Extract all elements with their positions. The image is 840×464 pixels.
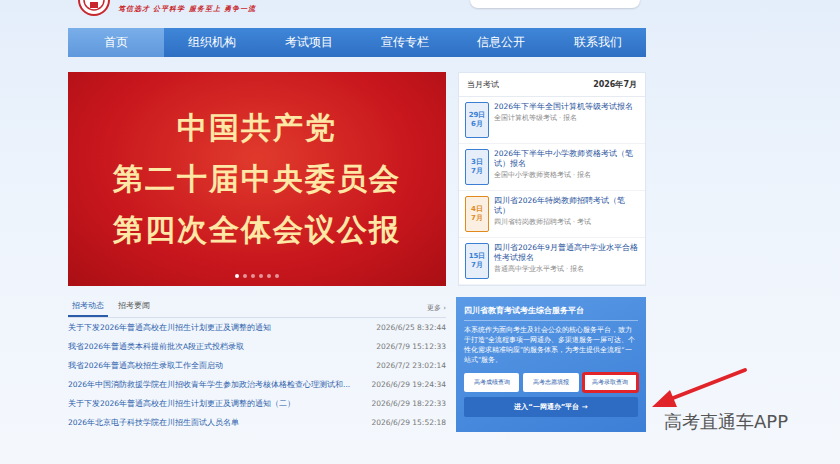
news-panel: 招考动态招考要闻 更多 › 关于下发2026年普通高校在川招生计划更正及调整的通知 2… <box>68 297 446 432</box>
exam-item[interactable]: 29日6月2026年下半年全国计算机等级考试报名全国计算机等级考试 · 报名 <box>459 97 645 144</box>
badge-day: 3日 <box>471 158 483 167</box>
exam-title[interactable]: 四川省2026年9月普通高中学业水平合格性考试报名 <box>494 243 639 263</box>
carousel-dots <box>68 274 446 278</box>
news-time: 2026/6/29 15:52:18 <box>371 418 446 427</box>
exam-meta: 全国中小学教师资格考试 · 报名 <box>494 171 639 180</box>
exam-panel-header: 当月考试 2026年7月 <box>459 73 645 97</box>
news-row[interactable]: 我省2026年普通类本科提前批次A段正式投档录取 2026/7/9 15:12:3… <box>68 337 446 356</box>
news-row[interactable]: 2026年北京电子科技学院在川招生面试人员名单 2026/6/29 15:52:1… <box>68 413 446 432</box>
exam-meta: 四川省特岗教师招聘考试 · 考试 <box>494 218 639 227</box>
nav-item[interactable]: 考试项目 <box>261 28 357 57</box>
exam-body: 四川省2026年特岗教师招聘考试（笔试） 四川省特岗教师招聘考试 · 考试 <box>494 196 639 227</box>
nav-item[interactable]: 宣传专栏 <box>357 28 453 57</box>
news-time: 2026/6/29 18:22:33 <box>371 399 446 408</box>
platform-button[interactable]: 高考录取查询 <box>583 373 638 392</box>
main-row: 中国共产党第二十届中央委员会第四次全体会议公报当月考试2026年7月29日6月2… <box>68 72 646 286</box>
news-title[interactable]: 2026年北京电子科技学院在川招生面试人员名单 <box>68 418 239 428</box>
nav-item[interactable]: 首页 <box>68 28 164 57</box>
carousel-dot[interactable] <box>275 274 279 278</box>
platform-description: 本系统作为面向考生及社会公众的核心服务平台，致力于打造“全流程事项一网通办、多渠… <box>464 325 638 365</box>
exam-item[interactable]: 3日7月2026年下半年中小学教师资格考试（笔试）报名全国中小学教师资格考试 ·… <box>459 144 645 191</box>
exam-meta: 普通高中学业水平考试 · 报名 <box>494 265 639 274</box>
enter-platform-button[interactable]: 进入“一网通办”平台 → <box>464 397 638 417</box>
date-badge: 29日6月 <box>465 102 489 138</box>
watermark: 高考直通车APP <box>664 410 788 434</box>
news-row[interactable]: 关于下发2026年普通高校在川招生计划更正及调整的通知（二） 2026/6/29 … <box>68 394 446 413</box>
exam-panel-month: 2026年7月 <box>593 79 637 90</box>
news-tabs: 招考动态招考要闻 更多 › <box>68 297 446 318</box>
platform-button[interactable]: 高考志愿填报 <box>523 373 578 392</box>
carousel-dot[interactable] <box>235 274 239 278</box>
page: 笃信选才 公平科学 服务至上 勇争一流首页组织机构考试项目宣传专栏信息公开联系我… <box>68 0 646 432</box>
exam-title[interactable]: 2026年下半年中小学教师资格考试（笔试）报名 <box>494 149 639 169</box>
annotation-arrow-icon <box>0 0 840 464</box>
date-badge: 3日7月 <box>465 149 489 185</box>
exam-panel-title: 当月考试 <box>467 79 499 90</box>
news-row[interactable]: 关于下发2026年普通高校在川招生计划更正及调整的通知 2026/6/25 8:3… <box>68 318 446 337</box>
exam-meta: 全国计算机等级考试 · 报名 <box>494 114 639 123</box>
nav-item[interactable]: 联系我们 <box>550 28 646 57</box>
news-title[interactable]: 关于下发2026年普通高校在川招生计划更正及调整的通知（二） <box>68 399 295 409</box>
main-nav: 首页组织机构考试项目宣传专栏信息公开联系我们 <box>68 28 646 57</box>
news-tab[interactable]: 招考要闻 <box>114 300 154 317</box>
service-platform: 四川省教育考试考生综合服务平台本系统作为面向考生及社会公众的核心服务平台，致力于… <box>456 297 646 432</box>
carousel-dot[interactable] <box>243 274 247 278</box>
exam-body: 四川省2026年9月普通高中学业水平合格性考试报名普通高中学业水平考试 · 报名 <box>494 243 639 274</box>
badge-month: 7月 <box>471 261 483 270</box>
exam-item[interactable]: 4日7月四川省2026年特岗教师招聘考试（笔试）四川省特岗教师招聘考试 · 考试 <box>459 191 645 238</box>
more-link[interactable]: 更多 › <box>427 303 446 317</box>
banner-line: 第二十届中央委员会 <box>113 159 401 200</box>
badge-month: 6月 <box>471 120 483 129</box>
news-title[interactable]: 我省2026年普通高校招生录取工作全面启动 <box>68 361 223 371</box>
news-row[interactable]: 2026年中国消防救援学院在川招收青年学生参加政治考核体格检查心理测试和... 2… <box>68 375 446 394</box>
badge-day: 4日 <box>471 205 483 214</box>
exam-panel: 当月考试2026年7月29日6月2026年下半年全国计算机等级考试报名全国计算机… <box>458 72 646 286</box>
news-row[interactable]: 我省2026年普通高校招生录取工作全面启动 2026/7/2 23:02:14 <box>68 356 446 375</box>
platform-title: 四川省教育考试考生综合服务平台 <box>464 305 638 321</box>
badge-day: 29日 <box>469 111 486 120</box>
search-field[interactable] <box>470 0 640 8</box>
date-badge: 4日7月 <box>465 196 489 232</box>
badge-month: 7月 <box>471 214 483 223</box>
exam-body: 2026年下半年中小学教师资格考试（笔试）报名全国中小学教师资格考试 · 报名 <box>494 149 639 180</box>
exam-body: 2026年下半年全国计算机等级考试报名全国计算机等级考试 · 报名 <box>494 102 639 123</box>
news-time: 2026/6/25 8:32:44 <box>376 323 446 332</box>
news-time: 2026/7/9 15:12:33 <box>376 342 446 351</box>
news-tab[interactable]: 招考动态 <box>68 300 108 317</box>
banner-line: 第四次全体会议公报 <box>113 210 401 251</box>
news-time: 2026/6/29 19:24:34 <box>371 380 446 389</box>
platform-button[interactable]: 高考成绩查询 <box>464 373 519 392</box>
badge-month: 7月 <box>471 167 483 176</box>
carousel-dot[interactable] <box>259 274 263 278</box>
logo-icon[interactable] <box>78 0 110 16</box>
carousel-dot[interactable] <box>251 274 255 278</box>
nav-item[interactable]: 信息公开 <box>453 28 549 57</box>
news-title[interactable]: 我省2026年普通类本科提前批次A段正式投档录取 <box>68 342 244 352</box>
carousel-dot[interactable] <box>267 274 271 278</box>
news-time: 2026/7/2 23:02:14 <box>376 361 446 370</box>
bottom-row: 招考动态招考要闻 更多 › 关于下发2026年普通高校在川招生计划更正及调整的通知 2… <box>68 297 646 432</box>
exam-title[interactable]: 2026年下半年全国计算机等级考试报名 <box>494 102 639 112</box>
site-header: 笃信选才 公平科学 服务至上 勇争一流 <box>68 0 646 28</box>
platform-buttons: 高考成绩查询高考志愿填报高考录取查询 <box>464 373 638 392</box>
news-title[interactable]: 2026年中国消防救援学院在川招收青年学生参加政治考核体格检查心理测试和... <box>68 380 350 390</box>
banner-line: 中国共产党 <box>177 108 337 149</box>
exam-title[interactable]: 四川省2026年特岗教师招聘考试（笔试） <box>494 196 639 216</box>
nav-item[interactable]: 组织机构 <box>164 28 260 57</box>
date-badge: 15日7月 <box>465 243 489 279</box>
site-slogan: 笃信选才 公平科学 服务至上 勇争一流 <box>118 4 256 14</box>
exam-item[interactable]: 15日7月四川省2026年9月普通高中学业水平合格性考试报名普通高中学业水平考试… <box>459 238 645 285</box>
banner-carousel[interactable]: 中国共产党第二十届中央委员会第四次全体会议公报 <box>68 72 446 286</box>
news-title[interactable]: 关于下发2026年普通高校在川招生计划更正及调整的通知 <box>68 323 271 333</box>
badge-day: 15日 <box>469 252 486 261</box>
